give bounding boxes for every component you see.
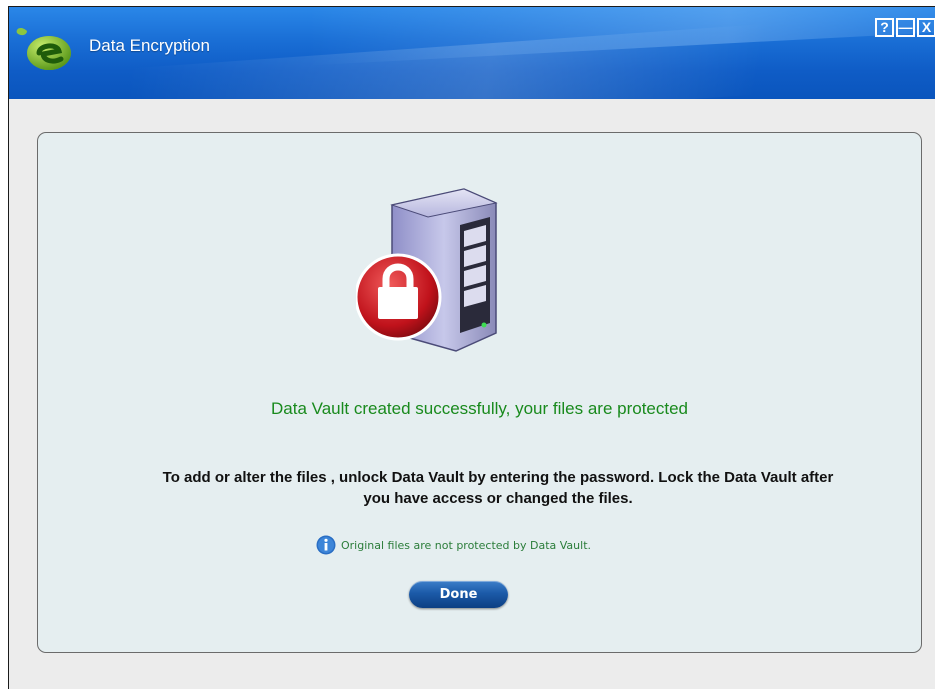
window-controls: ? — X	[875, 18, 935, 37]
done-button[interactable]: Done	[409, 581, 508, 608]
success-message: Data Vault created successfully, your fi…	[270, 399, 688, 418]
note-text: Original files are not protected by Data…	[341, 538, 591, 552]
info-icon	[316, 535, 336, 555]
minimize-button[interactable]: —	[896, 18, 915, 37]
app-logo-icon	[16, 27, 71, 70]
content-panel: Data Vault created successfully, your fi…	[37, 132, 922, 653]
protection-note: Original files are not protected by Data…	[316, 535, 591, 555]
help-button[interactable]: ?	[875, 18, 894, 37]
app-window: Data Encryption ? — X Data Vault created…	[8, 6, 935, 689]
window-title: Data Encryption	[89, 36, 210, 55]
locked-server-icon	[356, 188, 498, 352]
close-button[interactable]: X	[917, 18, 935, 37]
title-bar[interactable]: Data Encryption ? — X	[9, 7, 935, 99]
instructions-text: To add or alter the files , unlock Data …	[162, 469, 834, 507]
